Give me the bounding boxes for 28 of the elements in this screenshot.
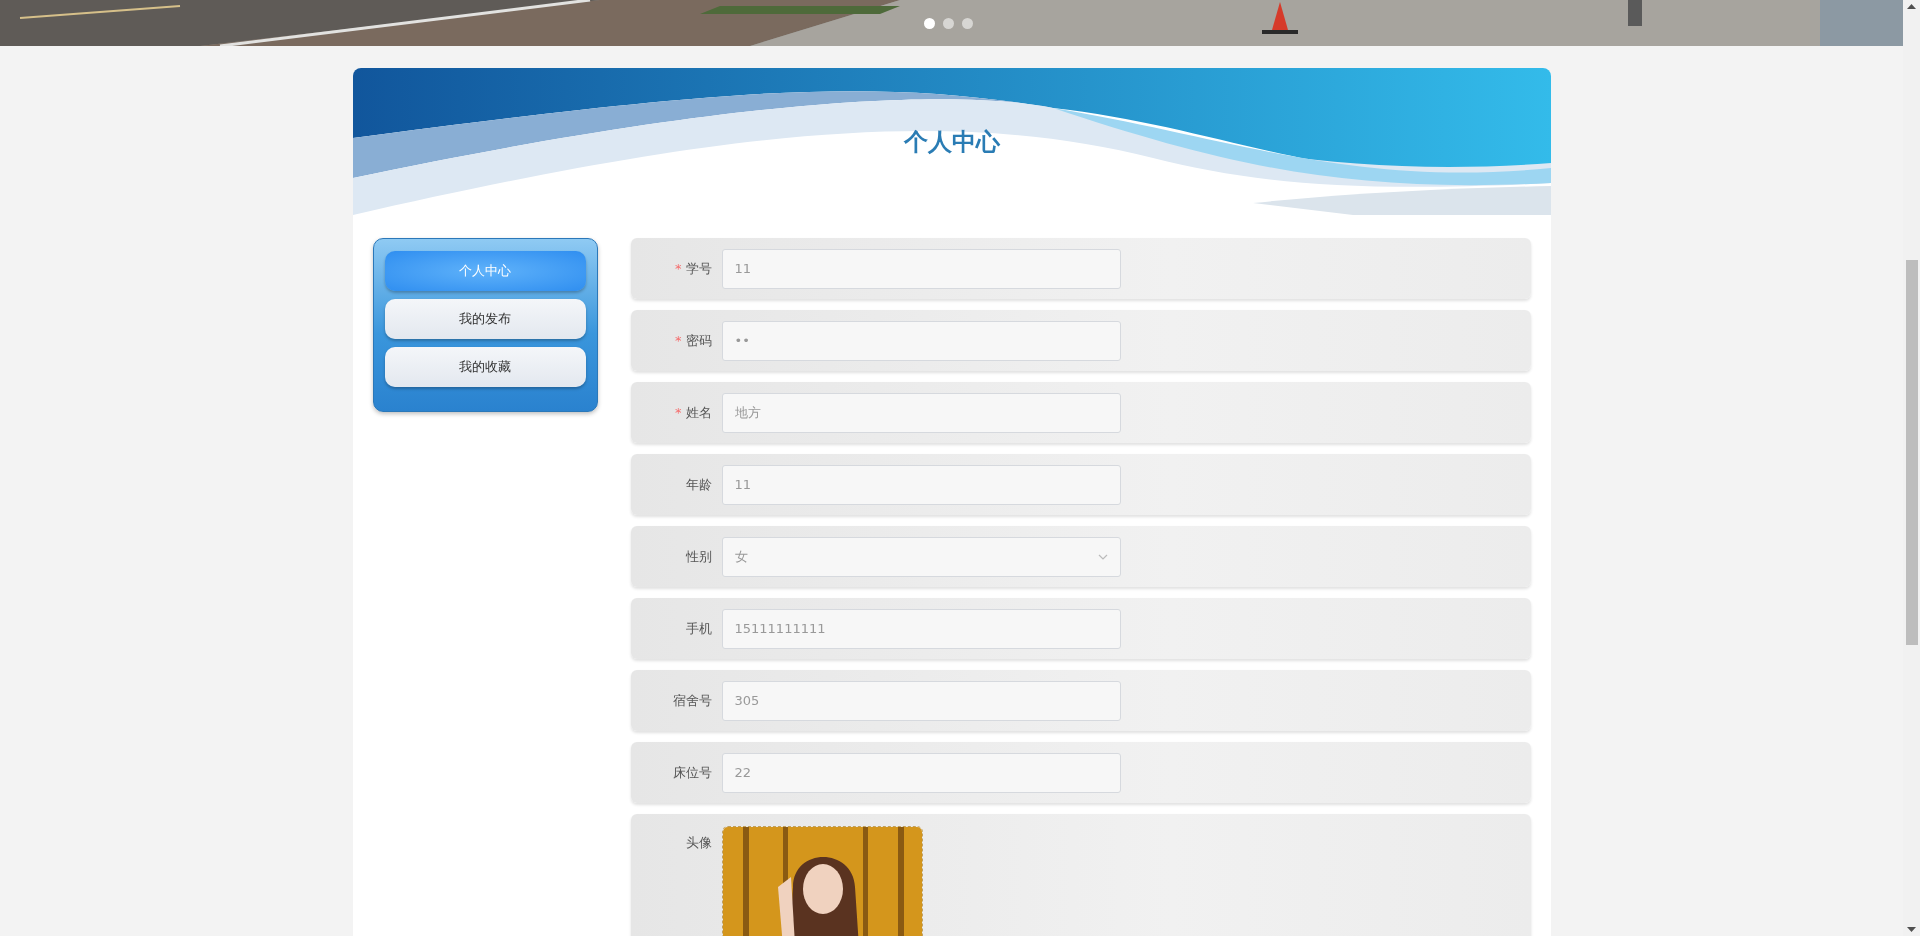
scrollbar-thumb[interactable] <box>1905 260 1918 645</box>
field-label: 宿舍号 <box>671 691 713 710</box>
field-label: 头像 <box>684 834 713 852</box>
select-field[interactable]: 女 <box>721 536 1121 577</box>
field-label: 床位号 <box>671 763 713 782</box>
sidebar-item[interactable]: 个人中心 <box>384 251 586 291</box>
scroll-up-icon[interactable] <box>1907 4 1916 9</box>
carousel-dot[interactable] <box>943 18 954 29</box>
input-field[interactable]: 11 <box>721 248 1121 289</box>
field-label: 性别 <box>684 547 713 566</box>
input-field[interactable]: 11 <box>721 464 1121 505</box>
input-field[interactable]: •• <box>721 320 1121 361</box>
field-label: * 学号 <box>674 259 713 278</box>
field-label: * 姓名 <box>674 403 713 422</box>
field-label: 手机 <box>684 619 713 638</box>
page-title: 个人中心 <box>903 127 1000 158</box>
sidebar-item[interactable]: 我的收藏 <box>384 347 586 387</box>
field-label: * 密码 <box>674 331 713 350</box>
chevron-down-icon <box>1097 553 1108 560</box>
carousel-dot[interactable] <box>924 18 935 29</box>
input-field[interactable]: 22 <box>721 752 1121 793</box>
input-field[interactable]: 15111111111 <box>721 608 1121 649</box>
input-field[interactable]: 地方 <box>721 392 1121 433</box>
input-field[interactable]: 305 <box>721 680 1121 721</box>
carousel-dot[interactable] <box>962 18 973 29</box>
sidebar-item[interactable]: 我的发布 <box>384 299 586 339</box>
scroll-down-icon[interactable] <box>1907 927 1916 932</box>
field-label: 年龄 <box>684 475 713 494</box>
